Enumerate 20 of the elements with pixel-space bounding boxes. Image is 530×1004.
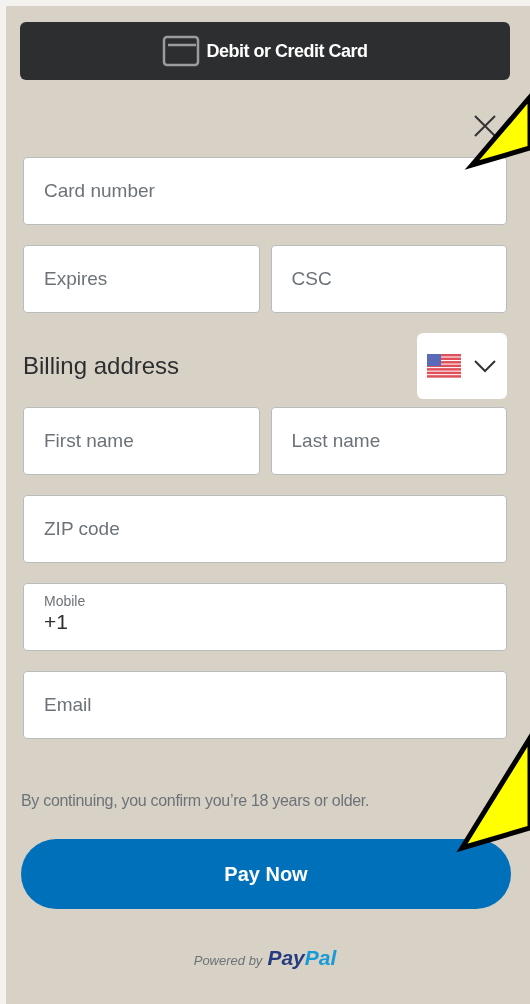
input-field[interactable]: ZIP code — [23, 495, 507, 563]
powered-by-text: Powered by — [193, 952, 263, 970]
input-field[interactable]: CSC — [270, 245, 507, 313]
input-field[interactable]: Card number — [23, 157, 507, 225]
disclaimer-text: By continuing, you confirm you’re 18 years or older. — [21, 791, 371, 811]
input-field[interactable]: Last name — [270, 407, 507, 475]
brand-logo: PayPal — [267, 945, 337, 971]
input-field[interactable]: Email — [23, 671, 507, 739]
country-select[interactable] — [417, 333, 507, 399]
flag-icon — [427, 354, 461, 378]
pay-now-button[interactable]: Pay Now — [21, 839, 511, 909]
mobile-field[interactable]: Mobile +1 — [23, 583, 507, 651]
field-label: Mobile — [44, 594, 87, 610]
input-field[interactable]: Expires — [23, 245, 260, 313]
payment-method-button[interactable]: Debit or Credit Card — [20, 22, 510, 80]
credit-card-icon — [162, 35, 201, 67]
close-button[interactable] — [473, 113, 497, 137]
chevron-icon — [473, 359, 497, 373]
input-field[interactable]: First name — [23, 407, 260, 475]
section-heading: Billing address — [23, 351, 180, 381]
